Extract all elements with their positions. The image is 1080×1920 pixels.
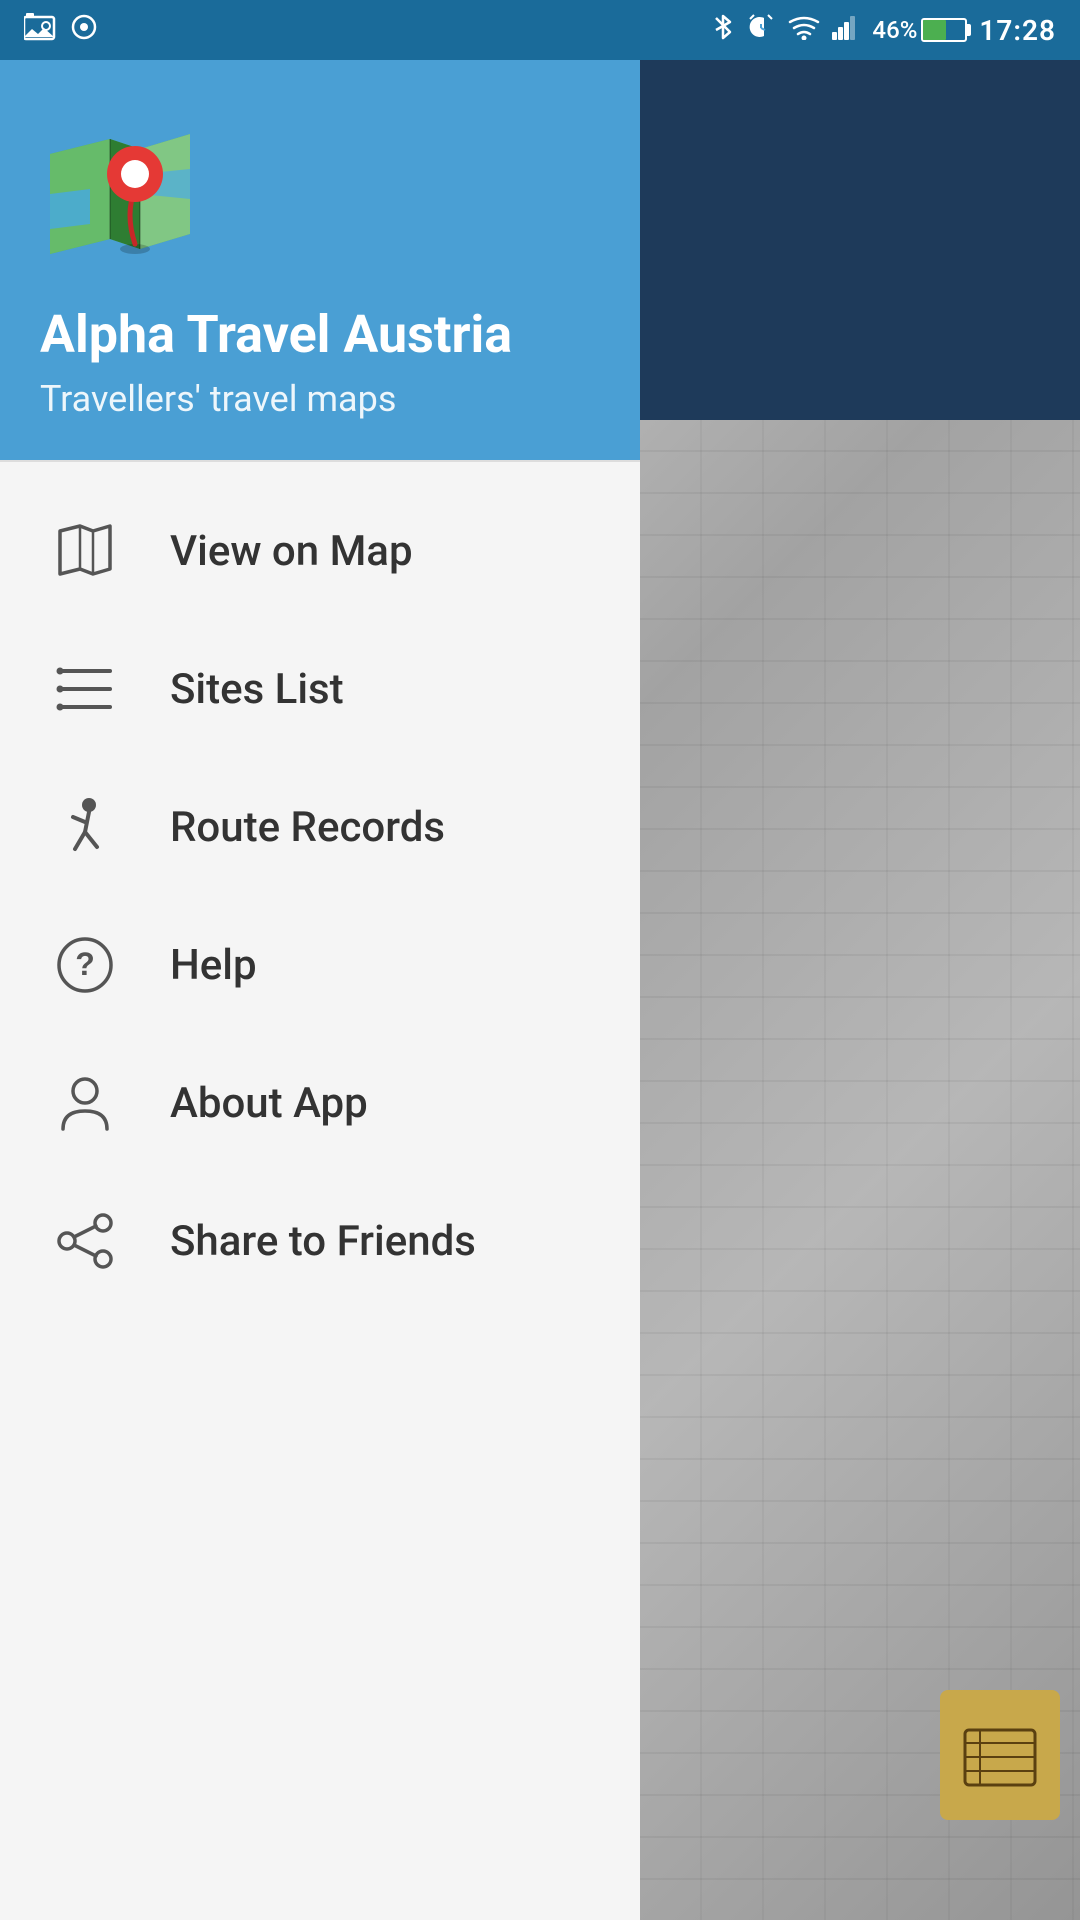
app-title: Alpha Travel Austria	[40, 304, 512, 366]
wifi-icon	[788, 14, 820, 47]
status-bar: 46% 17:28	[0, 0, 1080, 60]
menu-label-about-app: About App	[170, 1079, 368, 1128]
list-icon	[50, 654, 120, 724]
help-icon: ?	[50, 930, 120, 1000]
walk-icon	[50, 792, 120, 862]
gallery-icon	[24, 13, 56, 48]
menu-item-route-records[interactable]: Route Records	[0, 758, 640, 896]
svg-text:?: ?	[75, 946, 95, 982]
battery-status: 46%	[872, 16, 967, 44]
menu-item-about-app[interactable]: About App	[0, 1034, 640, 1172]
battery-percent: 46%	[872, 16, 917, 44]
menu-item-share-to-friends[interactable]: Share to Friends	[0, 1172, 640, 1310]
status-right-icons: 46% 17:28	[712, 12, 1056, 49]
dark-top-area	[640, 60, 1080, 420]
map-bottom-button[interactable]	[940, 1690, 1060, 1820]
sync-icon	[70, 13, 98, 48]
navigation-drawer: Alpha Travel Austria Travellers' travel …	[0, 0, 640, 1920]
signal-icon	[832, 14, 860, 47]
menu-list: View on Map Sites List	[0, 462, 640, 1920]
alarm-icon	[746, 12, 776, 49]
status-left-icons	[24, 13, 98, 48]
app-logo	[40, 114, 200, 274]
share-icon	[50, 1206, 120, 1276]
menu-label-route-records: Route Records	[170, 803, 445, 852]
battery-icon	[921, 18, 967, 42]
bluetooth-icon	[712, 12, 734, 49]
drawer-header: Alpha Travel Austria Travellers' travel …	[0, 0, 640, 460]
menu-item-help[interactable]: ? Help	[0, 896, 640, 1034]
menu-item-sites-list[interactable]: Sites List	[0, 620, 640, 758]
person-icon	[50, 1068, 120, 1138]
menu-label-help: Help	[170, 941, 257, 990]
menu-item-view-on-map[interactable]: View on Map	[0, 482, 640, 620]
menu-label-share-to-friends: Share to Friends	[170, 1217, 476, 1266]
app-subtitle: Travellers' travel maps	[40, 378, 396, 420]
menu-label-sites-list: Sites List	[170, 665, 344, 714]
menu-label-view-on-map: View on Map	[170, 527, 413, 576]
status-time: 17:28	[979, 14, 1056, 47]
map-icon	[50, 516, 120, 586]
